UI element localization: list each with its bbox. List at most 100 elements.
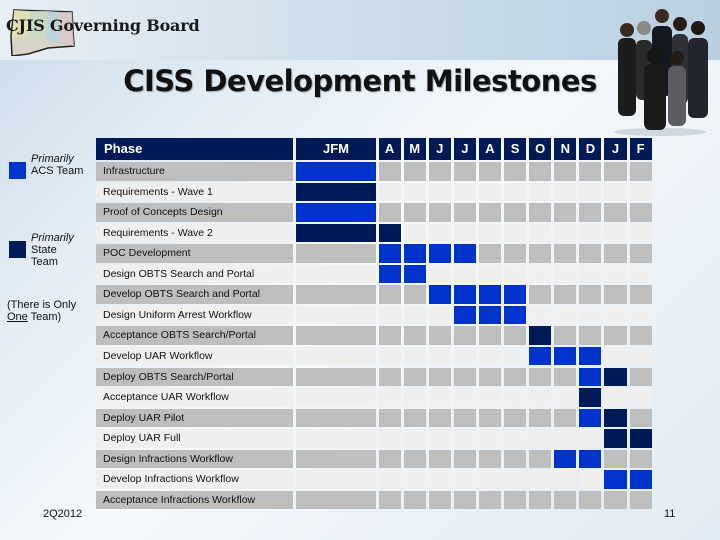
- timeline-cell: [554, 326, 577, 345]
- timeline-cell: [579, 429, 602, 448]
- milestone-cell-state: [529, 326, 552, 345]
- timeline-cell: [478, 388, 502, 407]
- timeline-cell: [554, 285, 577, 304]
- timeline-cell: [403, 182, 426, 202]
- timeline-cell: [403, 490, 426, 510]
- timeline-cell: [579, 203, 602, 222]
- timeline-cell: [428, 182, 451, 202]
- timeline-cell: [296, 470, 376, 489]
- phase-name: Deploy UAR Pilot: [96, 408, 293, 428]
- timeline-cell: [504, 182, 527, 202]
- milestone-cell-acs: [579, 367, 602, 386]
- milestone-cell-acs: [428, 285, 451, 304]
- timeline-cell: [296, 408, 376, 428]
- timeline-cell: [428, 264, 451, 284]
- timeline-cell: [629, 346, 652, 366]
- timeline-cell: [403, 470, 426, 489]
- timeline-cell: [378, 305, 401, 325]
- header-period: J: [428, 138, 451, 160]
- milestone-cell-acs: [504, 285, 527, 304]
- timeline-cell: [403, 285, 426, 304]
- timeline-cell: [453, 182, 476, 202]
- milestone-cell-acs: [529, 346, 552, 366]
- timeline-cell: [554, 429, 577, 448]
- header-phase: Phase: [96, 138, 293, 160]
- timeline-cell: [296, 388, 376, 407]
- timeline-cell: [504, 162, 527, 181]
- table-row: Acceptance OBTS Search/Portal: [96, 326, 655, 345]
- timeline-cell: [453, 264, 476, 284]
- timeline-cell: [453, 408, 476, 428]
- timeline-cell: [529, 429, 552, 448]
- legend-label-acs: Primarily ACS Team: [31, 153, 83, 177]
- timeline-cell: [428, 449, 451, 469]
- header-period: J: [604, 138, 627, 160]
- timeline-cell: [554, 264, 577, 284]
- timeline-cell: [378, 470, 401, 489]
- team-note-emphasis: One: [7, 311, 28, 323]
- table-row: Proof of Concepts Design: [96, 203, 655, 222]
- timeline-cell: [579, 264, 602, 284]
- timeline-cell: [629, 490, 652, 510]
- timeline-cell: [504, 326, 527, 345]
- table-row: Develop Infractions Workflow: [96, 470, 655, 489]
- phase-name: Infrastructure: [96, 162, 293, 181]
- page-title: CISS Development Milestones: [123, 64, 597, 98]
- timeline-cell: [478, 203, 502, 222]
- timeline-cell: [378, 326, 401, 345]
- timeline-cell: [579, 223, 602, 243]
- phase-name: Design Uniform Arrest Workflow: [96, 305, 293, 325]
- timeline-cell: [428, 408, 451, 428]
- timeline-cell: [403, 346, 426, 366]
- timeline-cell: [504, 490, 527, 510]
- timeline-cell: [554, 223, 577, 243]
- timeline-cell: [403, 429, 426, 448]
- timeline-cell: [378, 408, 401, 428]
- legend-qualifier: Primarily: [31, 153, 74, 165]
- timeline-cell: [579, 182, 602, 202]
- timeline-cell: [478, 264, 502, 284]
- timeline-cell: [478, 346, 502, 366]
- timeline-cell: [529, 470, 552, 489]
- timeline-cell: [554, 203, 577, 222]
- header-period: J: [453, 138, 476, 160]
- timeline-cell: [629, 285, 652, 304]
- phase-name: Requirements - Wave 2: [96, 223, 293, 243]
- header-period: A: [478, 138, 502, 160]
- timeline-cell: [504, 429, 527, 448]
- timeline-cell: [579, 305, 602, 325]
- timeline-cell: [403, 408, 426, 428]
- milestone-cell-acs: [478, 305, 502, 325]
- team-note-line2: Team): [27, 311, 62, 323]
- timeline-cell: [378, 388, 401, 407]
- timeline-cell: [403, 388, 426, 407]
- timeline-cell: [378, 182, 401, 202]
- timeline-cell: [504, 367, 527, 386]
- timeline-cell: [554, 490, 577, 510]
- timeline-cell: [629, 244, 652, 263]
- timeline-cell: [296, 326, 376, 345]
- timeline-cell: [629, 388, 652, 407]
- timeline-cell: [629, 305, 652, 325]
- milestone-cell-acs: [378, 264, 401, 284]
- timeline-cell: [403, 223, 426, 243]
- page-number: 11: [664, 508, 676, 520]
- table-row: Acceptance UAR Workflow: [96, 388, 655, 407]
- legend-team: ACS Team: [31, 165, 84, 177]
- timeline-cell: [554, 408, 577, 428]
- milestone-cell-state: [296, 182, 376, 202]
- timeline-cell: [403, 203, 426, 222]
- timeline-cell: [504, 223, 527, 243]
- timeline-cell: [296, 367, 376, 386]
- legend-label-state: Primarily State Team: [31, 232, 74, 268]
- timeline-cell: [529, 264, 552, 284]
- timeline-cell: [504, 470, 527, 489]
- timeline-cell: [629, 162, 652, 181]
- table-row: Develop OBTS Search and Portal: [96, 285, 655, 304]
- timeline-cell: [529, 388, 552, 407]
- timeline-cell: [529, 203, 552, 222]
- timeline-cell: [453, 367, 476, 386]
- timeline-cell: [504, 408, 527, 428]
- timeline-cell: [428, 470, 451, 489]
- timeline-cell: [453, 470, 476, 489]
